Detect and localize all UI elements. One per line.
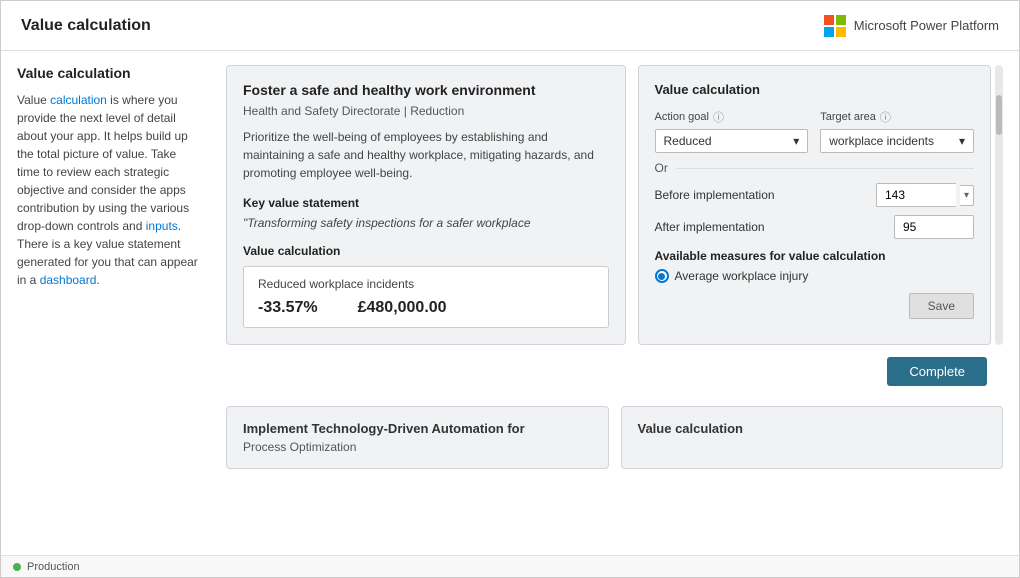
value-calc-label: Value calculation	[243, 244, 609, 258]
or-divider	[676, 168, 974, 169]
value-percentage: -33.57%	[258, 299, 318, 317]
target-area-chevron-icon: ▾	[959, 134, 965, 148]
ms-platform-label: Microsoft Power Platform	[854, 18, 999, 33]
action-goal-select[interactable]: Reduced ▾	[655, 129, 809, 153]
sidebar-link-inputs[interactable]: inputs	[146, 219, 178, 233]
action-goal-col: Action goal ⓘ Reduced ▾	[655, 109, 809, 153]
ms-squares-icon	[824, 15, 846, 37]
bottom-left-title: Implement Technology-Driven Automation f…	[243, 421, 592, 436]
after-impl-label: After implementation	[655, 220, 895, 234]
action-target-row: Action goal ⓘ Reduced ▾ Target	[655, 109, 975, 153]
value-amount: £480,000.00	[358, 299, 447, 317]
before-impl-input-wrapper: ▾	[876, 183, 974, 207]
radio-row[interactable]: Average workplace injury	[655, 269, 975, 283]
value-calc-box: Reduced workplace incidents -33.57% £480…	[243, 266, 609, 328]
ms-sq1	[824, 15, 834, 25]
card-right-wrapper: Value calculation Action goal ⓘ Reduced	[638, 65, 1004, 345]
available-measures-label: Available measures for value calculation	[655, 249, 975, 263]
bottom-cards-row: Implement Technology-Driven Automation f…	[226, 406, 1003, 469]
or-row: Or	[655, 161, 975, 175]
before-impl-row: Before implementation ▾	[655, 183, 975, 207]
scrollbar[interactable]	[995, 65, 1003, 345]
kv-italic: "Transforming safety inspections for a s…	[243, 216, 609, 230]
card-main-subtitle: Health and Safety Directorate | Reductio…	[243, 104, 609, 118]
target-area-label: Target area ⓘ	[820, 109, 974, 125]
value-calc-section: Value calculation Reduced workplace inci…	[243, 244, 609, 328]
action-goal-info-icon[interactable]: ⓘ	[713, 109, 724, 125]
save-button[interactable]: Save	[909, 293, 974, 319]
footer-status: Production	[27, 561, 80, 573]
footer: Production	[1, 555, 1019, 577]
scrollbar-thumb	[996, 95, 1002, 135]
kv-section-title: Key value statement	[243, 196, 609, 210]
bottom-left-subtitle: Process Optimization	[243, 440, 592, 454]
ms-logo: Microsoft Power Platform	[824, 15, 999, 37]
top-cards-row: Foster a safe and healthy work environme…	[226, 65, 1003, 345]
bottom-right-title: Value calculation	[638, 421, 987, 436]
cards-area: Foster a safe and healthy work environme…	[226, 65, 1003, 541]
value-form-title: Value calculation	[655, 82, 975, 97]
main-content: Value calculation Value calculation is w…	[1, 51, 1019, 555]
radio-inner	[658, 273, 665, 280]
bottom-card-left: Implement Technology-Driven Automation f…	[226, 406, 609, 469]
radio-label: Average workplace injury	[675, 269, 809, 283]
radio-button[interactable]	[655, 269, 669, 283]
target-area-col: Target area ⓘ workplace incidents ▾	[820, 109, 974, 153]
sidebar-link-calculation[interactable]: calculation	[50, 93, 107, 107]
ms-sq2	[836, 15, 846, 25]
before-impl-chevron-icon[interactable]: ▾	[960, 185, 974, 206]
complete-area: Complete	[226, 357, 1003, 394]
main-card-left: Foster a safe and healthy work environme…	[226, 65, 626, 345]
value-calc-box-label: Reduced workplace incidents	[258, 277, 594, 291]
bottom-card-right: Value calculation	[621, 406, 1004, 469]
sidebar-link-dashboard[interactable]: dashboard	[40, 273, 97, 287]
action-goal-chevron-icon: ▾	[793, 134, 799, 148]
after-impl-row: After implementation	[655, 215, 975, 239]
app-frame: Value calculation Microsoft Power Platfo…	[0, 0, 1020, 578]
before-impl-input[interactable]	[876, 183, 956, 207]
ms-sq4	[836, 27, 846, 37]
sidebar-title: Value calculation	[17, 65, 202, 81]
before-impl-label: Before implementation	[655, 188, 876, 202]
ms-sq3	[824, 27, 834, 37]
action-goal-label: Action goal ⓘ	[655, 109, 809, 125]
header: Value calculation Microsoft Power Platfo…	[1, 1, 1019, 51]
main-card-right: Value calculation Action goal ⓘ Reduced	[638, 65, 992, 345]
sidebar: Value calculation Value calculation is w…	[17, 65, 212, 541]
card-main-description: Prioritize the well-being of employees b…	[243, 128, 609, 182]
target-area-select[interactable]: workplace incidents ▾	[820, 129, 974, 153]
card-main-title: Foster a safe and healthy work environme…	[243, 82, 609, 98]
header-title: Value calculation	[21, 17, 151, 35]
complete-button[interactable]: Complete	[887, 357, 987, 386]
after-impl-input[interactable]	[894, 215, 974, 239]
sidebar-text: Value calculation is where you provide t…	[17, 91, 202, 289]
status-dot-icon	[13, 563, 21, 571]
target-area-info-icon[interactable]: ⓘ	[880, 109, 891, 125]
value-calc-numbers: -33.57% £480,000.00	[258, 299, 594, 317]
